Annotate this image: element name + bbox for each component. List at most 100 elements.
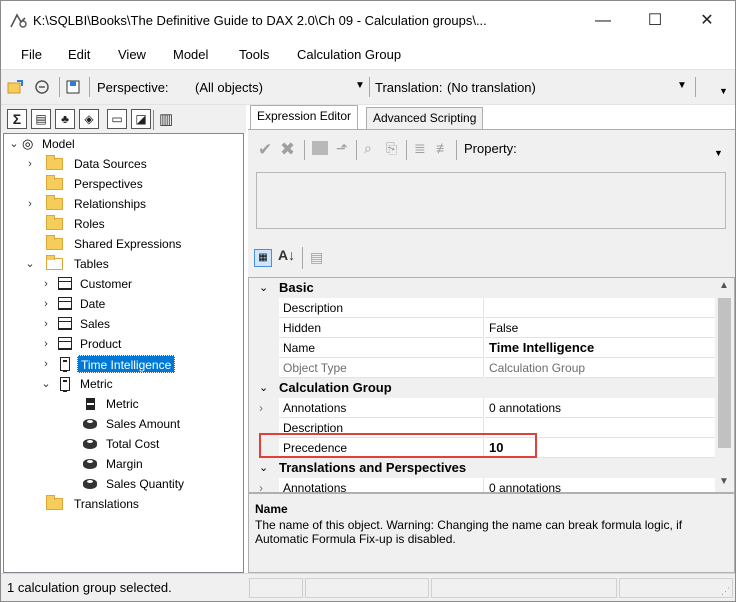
property-row-hidden[interactable]: Hidden False bbox=[249, 318, 715, 338]
collapse-chevron-icon[interactable]: ⌄ bbox=[259, 278, 268, 298]
category-translations-perspectives[interactable]: ⌄ Translations and Perspectives bbox=[249, 458, 715, 478]
property-value[interactable]: 0 annotations bbox=[485, 478, 715, 492]
hierarchy-icon[interactable]: ♣ bbox=[55, 109, 75, 129]
expand-chevron-icon[interactable]: › bbox=[40, 294, 52, 314]
categorized-view-icon[interactable]: ▦ bbox=[254, 249, 272, 267]
uncomment-icon[interactable]: ≢ bbox=[436, 140, 450, 156]
title-bar: K:\SQLBI\Books\The Definitive Guide to D… bbox=[1, 1, 735, 41]
grid-view-icon[interactable]: ▥ bbox=[159, 110, 173, 128]
collapse-chevron-icon[interactable]: ⌄ bbox=[24, 254, 36, 274]
menu-file[interactable]: File bbox=[21, 47, 42, 62]
calculation-item-icon bbox=[83, 419, 97, 429]
scrollbar-thumb[interactable] bbox=[718, 298, 731, 448]
search-icon[interactable]: ⌕ bbox=[364, 140, 372, 157]
collapse-chevron-icon[interactable]: ⌄ bbox=[259, 378, 268, 398]
table-icon bbox=[58, 317, 72, 330]
collapse-chevron-icon[interactable]: ⌄ bbox=[8, 134, 20, 154]
row-margin bbox=[249, 338, 279, 358]
cancel-x-icon[interactable]: ✖ bbox=[280, 139, 295, 160]
perspective-chevron-down-icon[interactable]: ▼ bbox=[355, 80, 365, 91]
property-row-annotations-2[interactable]: › Annotations 0 annotations bbox=[249, 478, 715, 492]
property-name: Description bbox=[279, 298, 484, 318]
property-pages-icon[interactable]: ▤ bbox=[310, 249, 323, 266]
connect-icon[interactable] bbox=[33, 79, 51, 98]
menu-tools[interactable]: Tools bbox=[239, 47, 269, 62]
property-row-description[interactable]: Description bbox=[249, 298, 715, 318]
expand-chevron-icon[interactable]: › bbox=[40, 274, 52, 294]
toolbar-separator bbox=[695, 77, 696, 97]
replace-icon[interactable]: ⎘ bbox=[386, 140, 397, 157]
property-value[interactable]: 0 annotations bbox=[485, 398, 715, 418]
category-label: Translations and Perspectives bbox=[279, 460, 467, 475]
property-row-name[interactable]: Name Time Intelligence bbox=[249, 338, 715, 358]
comment-icon[interactable]: ≣ bbox=[414, 140, 426, 157]
window-title: K:\SQLBI\Books\The Definitive Guide to D… bbox=[33, 13, 487, 28]
property-grid-scrollbar[interactable]: ▲ ▼ bbox=[715, 278, 734, 492]
scroll-down-icon[interactable]: ▼ bbox=[719, 476, 729, 487]
collapse-chevron-icon[interactable]: ⌄ bbox=[40, 374, 52, 394]
translation-dropdown-value[interactable]: (No translation) bbox=[447, 80, 536, 95]
cube-icon[interactable]: ◈ bbox=[79, 109, 99, 129]
row-margin bbox=[249, 318, 279, 338]
folder-view-icon[interactable]: ▭ bbox=[107, 109, 127, 129]
accept-check-icon[interactable]: ✔ bbox=[258, 140, 272, 160]
category-label: Basic bbox=[279, 280, 314, 295]
sigma-icon[interactable]: Σ bbox=[7, 109, 27, 129]
resize-grip-icon[interactable]: ⋰ bbox=[721, 586, 730, 597]
property-row-annotations[interactable]: › Annotations 0 annotations bbox=[249, 398, 715, 418]
expand-chevron-icon[interactable]: › bbox=[40, 354, 52, 374]
expand-chevron-icon[interactable]: › bbox=[40, 334, 52, 354]
property-value[interactable]: Time Intelligence bbox=[485, 338, 715, 358]
deploy-icon[interactable] bbox=[65, 79, 83, 98]
description-text: The name of this object. Warning: Changi… bbox=[255, 518, 683, 546]
category-calculation-group[interactable]: ⌄ Calculation Group bbox=[249, 378, 715, 398]
expand-chevron-icon[interactable]: › bbox=[259, 398, 263, 418]
toolbar-separator bbox=[89, 77, 90, 97]
tab-advanced-scripting[interactable]: Advanced Scripting bbox=[366, 107, 484, 129]
maximize-button[interactable]: ☐ bbox=[633, 7, 677, 35]
expand-chevron-icon[interactable]: › bbox=[259, 478, 263, 492]
property-row-description-2[interactable]: Description bbox=[249, 418, 715, 438]
minimize-button[interactable]: — bbox=[581, 7, 625, 35]
toolbar-separator bbox=[302, 247, 303, 269]
dax-format-icon[interactable] bbox=[312, 141, 328, 155]
toolbar-separator bbox=[369, 77, 370, 97]
model-tree: ⌄ ◎ Model › Data Sources Perspectives › … bbox=[3, 133, 244, 573]
property-value[interactable]: False bbox=[485, 318, 715, 338]
category-basic[interactable]: ⌄ Basic bbox=[249, 278, 715, 298]
menu-calculation-group[interactable]: Calculation Group bbox=[297, 47, 401, 62]
model-icon: ◎ bbox=[22, 136, 34, 151]
expand-chevron-icon[interactable]: › bbox=[40, 314, 52, 334]
menu-edit[interactable]: Edit bbox=[68, 47, 90, 62]
perspective-dropdown-value[interactable]: (All objects) bbox=[195, 80, 263, 95]
expand-chevron-icon[interactable]: › bbox=[24, 154, 36, 174]
property-name: Name bbox=[279, 338, 484, 358]
property-value[interactable] bbox=[485, 298, 715, 318]
status-text: 1 calculation group selected. bbox=[7, 580, 172, 595]
expression-up-icon[interactable]: ⬏ bbox=[336, 140, 348, 157]
property-value[interactable] bbox=[485, 418, 715, 438]
open-icon[interactable] bbox=[7, 79, 25, 98]
toolbar-overflow-icon[interactable]: ▼ bbox=[714, 148, 723, 158]
toolbar-overflow-icon[interactable]: ▼ bbox=[719, 86, 728, 96]
property-row-precedence[interactable]: Precedence 10 bbox=[249, 438, 715, 458]
menu-view[interactable]: View bbox=[118, 47, 146, 62]
close-button[interactable]: ✕ bbox=[685, 7, 729, 35]
sort-alphabetical-icon[interactable]: A↓ bbox=[278, 247, 295, 263]
expression-text-area[interactable] bbox=[256, 172, 726, 229]
expand-chevron-icon[interactable]: › bbox=[24, 194, 36, 214]
tab-expression-editor[interactable]: Expression Editor bbox=[250, 105, 359, 129]
tree-label: Translations bbox=[74, 497, 139, 511]
tree-label: Total Cost bbox=[106, 437, 160, 451]
translation-chevron-down-icon[interactable]: ▼ bbox=[677, 80, 687, 91]
hidden-objects-icon[interactable]: ◪ bbox=[131, 109, 151, 129]
property-row-object-type[interactable]: Object Type Calculation Group bbox=[249, 358, 715, 378]
menu-model[interactable]: Model bbox=[173, 47, 208, 62]
toolbar-separator bbox=[356, 140, 357, 160]
scroll-up-icon[interactable]: ▲ bbox=[719, 280, 729, 291]
folder-icon bbox=[46, 495, 63, 510]
collapse-chevron-icon[interactable]: ⌄ bbox=[259, 458, 268, 478]
property-value[interactable]: 10 bbox=[485, 438, 715, 458]
tree-label: Shared Expressions bbox=[74, 237, 182, 251]
columns-icon[interactable]: ▤ bbox=[31, 109, 51, 129]
